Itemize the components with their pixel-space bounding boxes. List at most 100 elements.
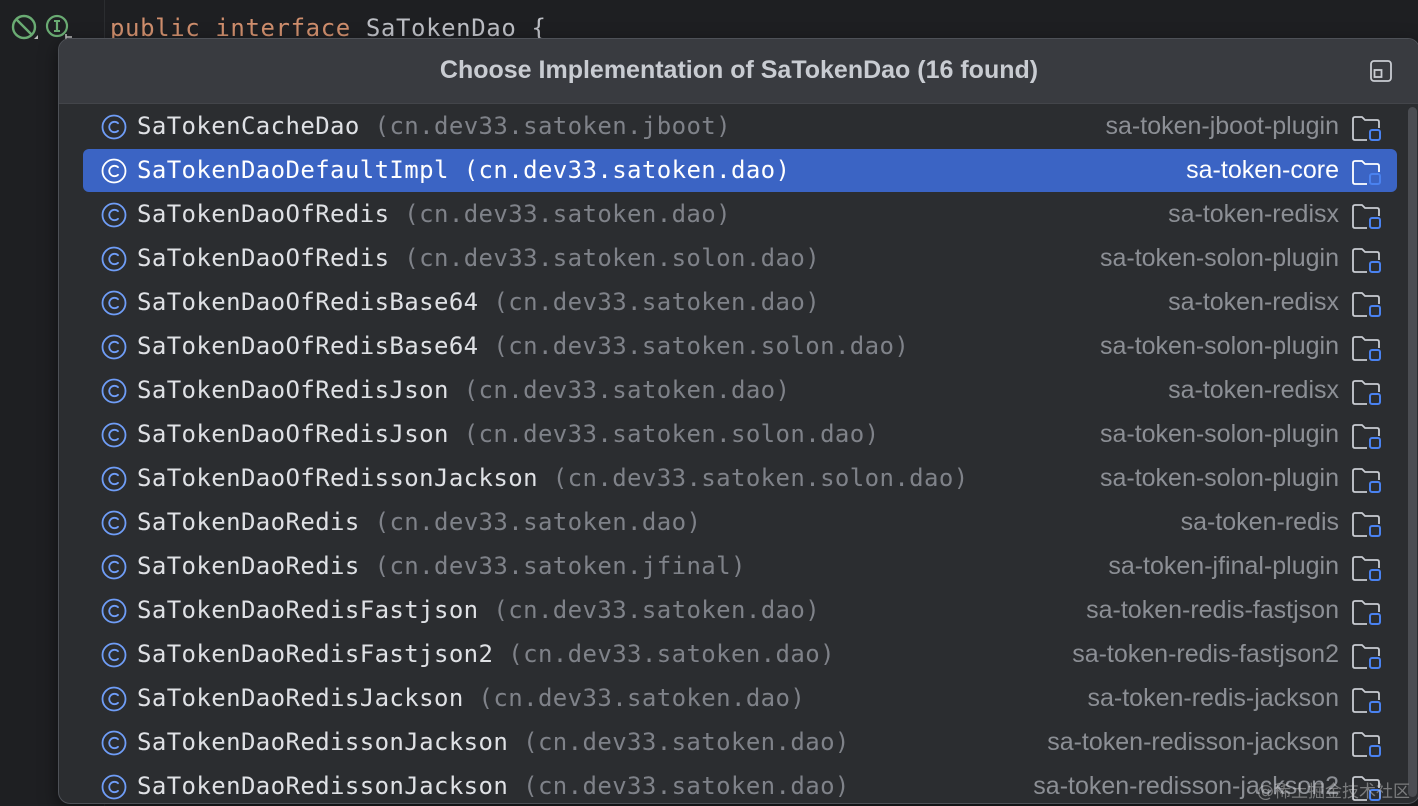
open-in-window-icon[interactable]: [1369, 59, 1393, 83]
package-name: (cn.dev33.satoken.dao): [404, 200, 731, 228]
implementation-row[interactable]: SaTokenDaoDefaultImpl (cn.dev33.satoken.…: [83, 149, 1397, 192]
scrollbar[interactable]: [1408, 107, 1417, 797]
implementation-row[interactable]: SaTokenDaoOfRedis (cn.dev33.satoken.solo…: [83, 237, 1397, 280]
class-name: SaTokenDaoRedissonJackson: [137, 728, 509, 756]
package-name: (cn.dev33.satoken.dao): [523, 772, 850, 800]
class-icon: [101, 642, 127, 668]
module-folder-icon: [1352, 732, 1381, 757]
implementation-text: SaTokenDaoDefaultImpl (cn.dev33.satoken.…: [137, 149, 790, 192]
module-folder-icon: [1352, 644, 1381, 669]
module-name: sa-token-redisx: [1168, 200, 1339, 228]
class-name: SaTokenDaoOfRedis: [137, 244, 390, 272]
popup-header[interactable]: Choose Implementation of SaTokenDao (16 …: [59, 39, 1418, 104]
package-name: (cn.dev33.satoken.solon.dao): [493, 332, 910, 360]
implementation-row[interactable]: SaTokenDaoRedisFastjson (cn.dev33.satoke…: [83, 589, 1397, 632]
module-name: sa-token-solon-plugin: [1099, 332, 1339, 360]
class-name: SaTokenDaoRedisJackson: [137, 684, 464, 712]
choose-implementation-popup: Choose Implementation of SaTokenDao (16 …: [58, 38, 1418, 804]
implementation-row[interactable]: SaTokenDaoOfRedis (cn.dev33.satoken.dao)…: [83, 193, 1397, 236]
package-name: (cn.dev33.satoken.dao): [508, 640, 835, 668]
implementation-text: SaTokenDaoOfRedis (cn.dev33.satoken.dao): [137, 193, 731, 236]
class-icon: [101, 158, 127, 184]
class-icon: [101, 686, 127, 712]
module-folder-icon: [1352, 424, 1381, 449]
module-name: sa-token-solon-plugin: [1099, 244, 1339, 272]
implementation-row[interactable]: SaTokenDaoOfRedisJson (cn.dev33.satoken.…: [83, 413, 1397, 456]
module-folder-icon: [1352, 292, 1381, 317]
class-icon: [101, 554, 127, 580]
class-icon: [101, 378, 127, 404]
implementation-row[interactable]: SaTokenDaoRedis (cn.dev33.satoken.dao) sa…: [83, 501, 1397, 544]
module-folder-icon: [1352, 336, 1381, 361]
implementation-text: SaTokenDaoOfRedisJson (cn.dev33.satoken.…: [137, 369, 790, 412]
class-name: SaTokenDaoRedis: [137, 508, 360, 536]
module-folder-icon: [1352, 600, 1381, 625]
implementation-text: SaTokenDaoRedis (cn.dev33.satoken.jfinal…: [137, 545, 746, 588]
class-name: SaTokenDaoRedisFastjson: [137, 596, 479, 624]
module-folder-icon: [1352, 512, 1381, 537]
module-name: sa-token-redis: [1180, 508, 1339, 536]
implementation-text: SaTokenDaoRedisFastjson2 (cn.dev33.satok…: [137, 633, 835, 676]
watermark: @稀土掘金技术社区: [1257, 782, 1410, 802]
implementation-text: SaTokenDaoOfRedisJson (cn.dev33.satoken.…: [137, 413, 879, 456]
class-icon: [101, 466, 127, 492]
implementation-row[interactable]: SaTokenDaoRedisJackson (cn.dev33.satoken…: [83, 677, 1397, 720]
package-name: (cn.dev33.satoken.solon.dao): [404, 244, 821, 272]
module-name: sa-token-solon-plugin: [1099, 420, 1339, 448]
class-icon: [101, 422, 127, 448]
module-name: sa-token-solon-plugin: [1099, 464, 1339, 492]
module-name: sa-token-redis-fastjson: [1086, 596, 1339, 624]
module-folder-icon: [1352, 468, 1381, 493]
implementation-text: SaTokenDaoRedisFastjson (cn.dev33.satoke…: [137, 589, 820, 632]
class-name: SaTokenDaoOfRedissonJackson: [137, 464, 538, 492]
implementation-text: SaTokenCacheDao (cn.dev33.satoken.jboot): [137, 105, 731, 148]
implementation-text: SaTokenDaoRedissonJackson (cn.dev33.sato…: [137, 765, 850, 803]
class-name: SaTokenDaoRedis: [137, 552, 360, 580]
module-folder-icon: [1352, 556, 1381, 581]
module-name: sa-token-redis-jackson: [1087, 684, 1340, 712]
implementation-text: SaTokenDaoOfRedisBase64 (cn.dev33.satoke…: [137, 281, 820, 324]
class-name: SaTokenDaoOfRedisBase64: [137, 332, 479, 360]
implementation-row[interactable]: SaTokenDaoRedissonJackson (cn.dev33.sato…: [83, 721, 1397, 764]
class-name: SaTokenDaoRedissonJackson: [137, 772, 509, 800]
implementation-row[interactable]: SaTokenDaoOfRedissonJackson (cn.dev33.sa…: [83, 457, 1397, 500]
module-folder-icon: [1352, 160, 1381, 185]
implementation-text: SaTokenDaoRedissonJackson (cn.dev33.sato…: [137, 721, 850, 764]
implementation-row[interactable]: SaTokenCacheDao (cn.dev33.satoken.jboot)…: [83, 105, 1397, 148]
module-name: sa-token-core: [1186, 156, 1339, 184]
package-name: (cn.dev33.satoken.dao): [478, 684, 806, 712]
package-name: (cn.dev33.satoken.solon.dao): [463, 420, 880, 448]
module-name: sa-token-redisson-jackson: [1047, 728, 1339, 756]
implementation-row[interactable]: SaTokenDaoRedisFastjson2 (cn.dev33.satok…: [83, 633, 1397, 676]
package-name: (cn.dev33.satoken.dao): [493, 596, 821, 624]
implementation-row[interactable]: SaTokenDaoRedissonJackson (cn.dev33.sato…: [83, 765, 1397, 803]
class-icon: [101, 510, 127, 536]
class-icon: [101, 246, 127, 272]
implementation-list[interactable]: SaTokenCacheDao (cn.dev33.satoken.jboot)…: [59, 105, 1418, 803]
module-folder-icon: [1352, 116, 1381, 141]
class-icon: [101, 730, 127, 756]
no-overrides-icon[interactable]: [10, 13, 40, 43]
implementation-row[interactable]: SaTokenDaoRedis (cn.dev33.satoken.jfinal…: [83, 545, 1397, 588]
class-icon: [101, 114, 127, 140]
module-name: sa-token-redisx: [1168, 376, 1339, 404]
package-name: (cn.dev33.satoken.dao): [374, 508, 702, 536]
package-name: (cn.dev33.satoken.dao): [523, 728, 850, 756]
class-icon: [101, 290, 127, 316]
implementation-row[interactable]: SaTokenDaoOfRedisJson (cn.dev33.satoken.…: [83, 369, 1397, 412]
implementation-text: SaTokenDaoRedisJackson (cn.dev33.satoken…: [137, 677, 805, 720]
class-name: SaTokenDaoOfRedisJson: [137, 376, 449, 404]
class-name: SaTokenDaoDefaultImpl: [137, 156, 449, 184]
popup-title: Choose Implementation of SaTokenDao (16 …: [439, 56, 1039, 84]
implementation-text: SaTokenDaoOfRedisBase64 (cn.dev33.satoke…: [137, 325, 909, 368]
module-name: sa-token-jfinal-plugin: [1108, 552, 1339, 580]
implementation-text: SaTokenDaoOfRedis (cn.dev33.satoken.solo…: [137, 237, 820, 280]
class-icon: [101, 774, 127, 800]
class-name: SaTokenCacheDao: [137, 112, 360, 140]
implementation-row[interactable]: SaTokenDaoOfRedisBase64 (cn.dev33.satoke…: [83, 281, 1397, 324]
class-icon: [101, 202, 127, 228]
implementation-row[interactable]: SaTokenDaoOfRedisBase64 (cn.dev33.satoke…: [83, 325, 1397, 368]
package-name: (cn.dev33.satoken.dao): [463, 156, 791, 184]
implementation-text: SaTokenDaoRedis (cn.dev33.satoken.dao): [137, 501, 701, 544]
module-folder-icon: [1352, 688, 1381, 713]
